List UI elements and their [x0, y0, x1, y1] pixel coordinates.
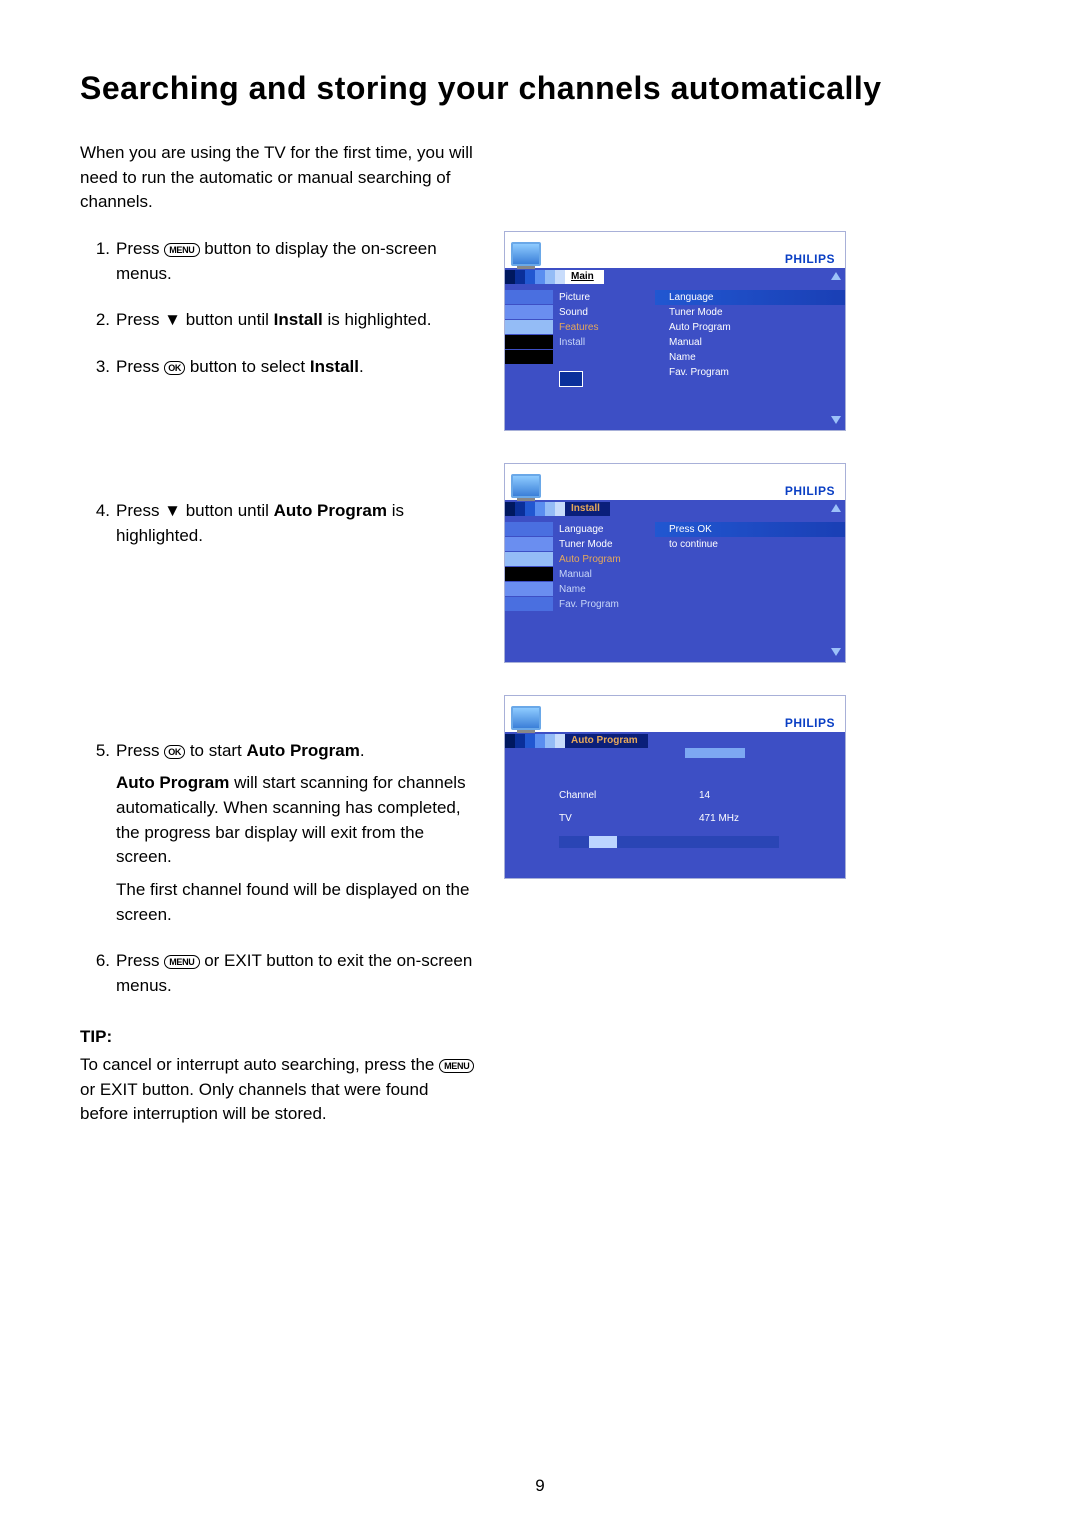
- submenu-language: Language: [655, 290, 845, 305]
- menu-fav-program: Fav. Program: [505, 597, 655, 612]
- menu-sound: Sound: [505, 305, 655, 320]
- tv-icon: [511, 474, 541, 498]
- tv-icon: [511, 242, 541, 266]
- menu-auto-program: Auto Program: [505, 552, 655, 567]
- menu-install: Install: [505, 335, 655, 350]
- progress-bar: [559, 836, 779, 848]
- brand-logo: PHILIPS: [785, 252, 835, 266]
- menu-features: Features: [505, 320, 655, 335]
- scan-channel-row: Channel 14: [559, 790, 825, 801]
- menu-tuner-mode: Tuner Mode: [505, 537, 655, 552]
- arrow-down-icon: [831, 416, 841, 424]
- ok-button-icon: OK: [164, 745, 185, 759]
- brand-logo: PHILIPS: [785, 716, 835, 730]
- menu-button-icon: MENU: [439, 1059, 474, 1073]
- step-5: 5. Press OK to start Auto Program. Auto …: [80, 739, 480, 935]
- footer-block: [559, 371, 583, 387]
- hint-continue: to continue: [655, 537, 845, 552]
- submenu-manual: Manual: [655, 335, 845, 350]
- tip-body: To cancel or interrupt auto searching, p…: [80, 1053, 480, 1127]
- tv-icon: [511, 706, 541, 730]
- step-4: 4. Press ▼ button until Auto Program is …: [80, 499, 480, 556]
- step-2: 2. Press ▼ button until Install is highl…: [80, 308, 480, 341]
- tip-label: TIP:: [80, 1025, 480, 1050]
- submenu-auto-program: Auto Program: [655, 320, 845, 335]
- brand-logo: PHILIPS: [785, 484, 835, 498]
- osd-screen-auto-program: PHILIPS Auto Program Channel 14 TV 471 M…: [504, 695, 846, 879]
- osd-screen-main: PHILIPS Main Picture Sound Features Inst…: [504, 231, 846, 431]
- breadcrumb-auto-program: Auto Program: [565, 734, 648, 748]
- submenu-name: Name: [655, 350, 845, 365]
- hint-press-ok: Press OK: [655, 522, 845, 537]
- page-title: Searching and storing your channels auto…: [80, 70, 1010, 107]
- step-1: 1. Press MENU button to display the on-s…: [80, 237, 480, 294]
- arrow-down-icon: [831, 648, 841, 656]
- ok-button-icon: OK: [164, 361, 185, 375]
- step-3: 3. Press OK button to select Install.: [80, 355, 480, 388]
- breadcrumb-install: Install: [565, 502, 610, 516]
- arrow-up-icon: [831, 504, 841, 512]
- breadcrumb-main: Main: [565, 270, 604, 284]
- separator-bar: [685, 748, 745, 758]
- menu-name: Name: [505, 582, 655, 597]
- instructions-column: When you are using the TV for the first …: [80, 141, 480, 1127]
- menu-language: Language: [505, 522, 655, 537]
- menu-manual: Manual: [505, 567, 655, 582]
- arrow-up-icon: [831, 272, 841, 280]
- menu-button-icon: MENU: [164, 243, 199, 257]
- page-number: 9: [535, 1476, 544, 1496]
- menu-blank: [505, 350, 655, 365]
- menu-picture: Picture: [505, 290, 655, 305]
- intro-paragraph: When you are using the TV for the first …: [80, 141, 480, 215]
- step-6: 6. Press MENU or EXIT button to exit the…: [80, 949, 480, 1006]
- submenu-fav-program: Fav. Program: [655, 365, 845, 380]
- osd-screen-install: PHILIPS Install Language Tuner Mode Auto…: [504, 463, 846, 663]
- submenu-tuner-mode: Tuner Mode: [655, 305, 845, 320]
- scan-tv-row: TV 471 MHz: [559, 813, 825, 824]
- menu-button-icon: MENU: [164, 955, 199, 969]
